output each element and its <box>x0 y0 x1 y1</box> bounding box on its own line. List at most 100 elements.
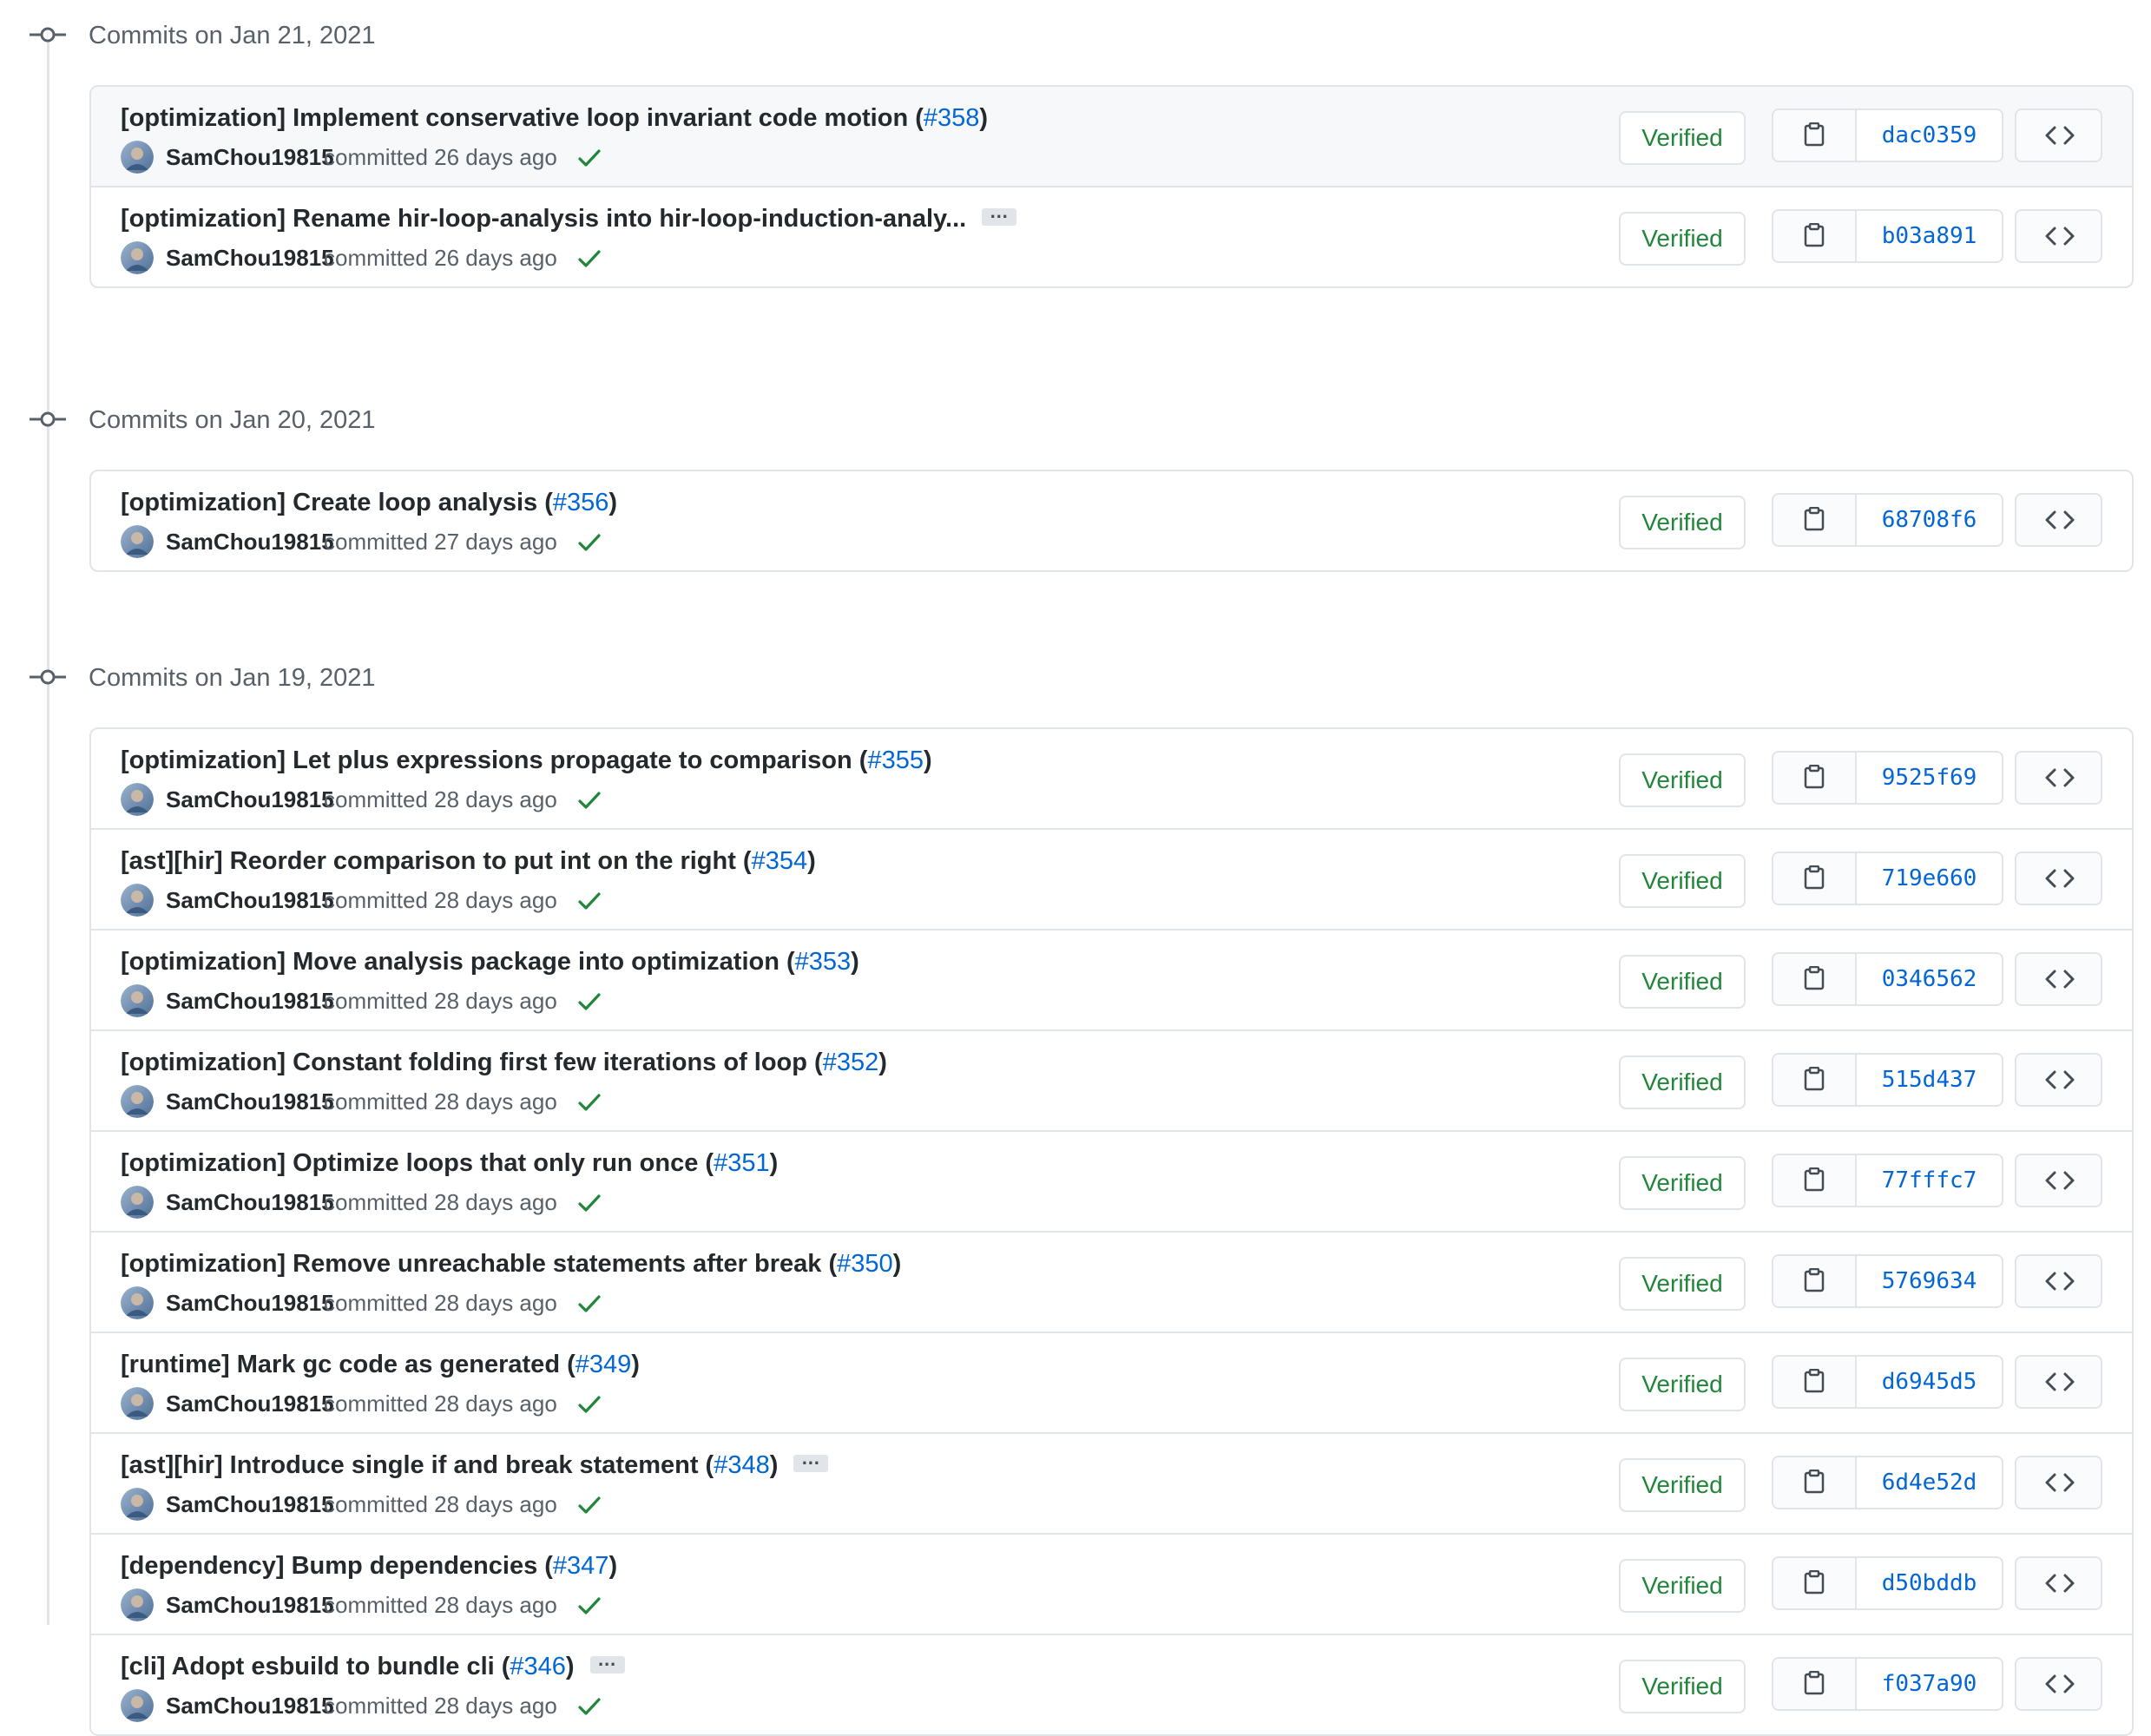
browse-repo-button[interactable] <box>2015 1053 2102 1107</box>
author-link[interactable]: SamChou19815 <box>166 1289 334 1317</box>
commit-sha-link[interactable]: d50bddb <box>1857 1558 2002 1608</box>
avatar[interactable] <box>121 1186 154 1219</box>
avatar[interactable] <box>121 1588 154 1621</box>
commit-sha-link[interactable]: 77fffc7 <box>1857 1155 2002 1206</box>
verified-badge[interactable]: Verified <box>1619 1257 1746 1311</box>
author-link[interactable]: SamChou19815 <box>166 143 334 171</box>
check-icon[interactable] <box>576 531 602 554</box>
commit-message-link[interactable]: [optimization] Create loop analysis <box>121 489 537 516</box>
commit-message-link[interactable]: [optimization] Implement conservative lo… <box>121 104 908 132</box>
copy-sha-button[interactable] <box>1773 853 1857 904</box>
check-icon[interactable] <box>576 1091 602 1114</box>
copy-sha-button[interactable] <box>1773 954 1857 1004</box>
avatar[interactable] <box>121 241 154 274</box>
author-link[interactable]: SamChou19815 <box>166 886 334 914</box>
verified-badge[interactable]: Verified <box>1619 1660 1746 1713</box>
check-icon[interactable] <box>576 1393 602 1416</box>
browse-repo-button[interactable] <box>2015 952 2102 1006</box>
copy-sha-button[interactable] <box>1773 1256 1857 1306</box>
check-icon[interactable] <box>576 1292 602 1315</box>
avatar[interactable] <box>121 783 154 816</box>
commit-message-link[interactable]: [optimization] Move analysis package int… <box>121 948 779 976</box>
author-link[interactable]: SamChou19815 <box>166 1088 334 1115</box>
check-icon[interactable] <box>576 990 602 1013</box>
browse-repo-button[interactable] <box>2015 1254 2102 1308</box>
avatar[interactable] <box>121 141 154 174</box>
author-link[interactable]: SamChou19815 <box>166 244 334 272</box>
pull-request-link[interactable]: #358 <box>924 104 980 132</box>
copy-sha-button[interactable] <box>1773 1055 1857 1105</box>
avatar[interactable] <box>121 1286 154 1319</box>
commit-message-link[interactable]: [dependency] Bump dependencies <box>121 1552 537 1580</box>
author-link[interactable]: SamChou19815 <box>166 1390 334 1417</box>
browse-repo-button[interactable] <box>2015 751 2102 805</box>
pull-request-link[interactable]: #347 <box>553 1552 609 1580</box>
check-icon[interactable] <box>576 890 602 912</box>
avatar[interactable] <box>121 525 154 558</box>
copy-sha-button[interactable] <box>1773 211 1857 261</box>
check-icon[interactable] <box>576 1192 602 1214</box>
commit-sha-link[interactable]: 719e660 <box>1857 853 2002 904</box>
verified-badge[interactable]: Verified <box>1619 496 1746 549</box>
verified-badge[interactable]: Verified <box>1619 1055 1746 1109</box>
author-link[interactable]: SamChou19815 <box>166 786 334 813</box>
verified-badge[interactable]: Verified <box>1619 1156 1746 1210</box>
commit-message-link[interactable]: [ast][hir] Reorder comparison to put int… <box>121 847 736 875</box>
commit-sha-link[interactable]: 68708f6 <box>1857 495 2002 545</box>
check-icon[interactable] <box>576 1494 602 1516</box>
pull-request-link[interactable]: #350 <box>837 1250 893 1278</box>
verified-badge[interactable]: Verified <box>1619 1358 1746 1411</box>
commit-message-link[interactable]: [optimization] Constant folding first fe… <box>121 1049 807 1076</box>
browse-repo-button[interactable] <box>2015 1456 2102 1509</box>
verified-badge[interactable]: Verified <box>1619 753 1746 807</box>
pull-request-link[interactable]: #354 <box>752 847 808 875</box>
commit-sha-link[interactable]: 6d4e52d <box>1857 1457 2002 1508</box>
author-link[interactable]: SamChou19815 <box>166 1591 334 1619</box>
browse-repo-button[interactable] <box>2015 209 2102 263</box>
author-link[interactable]: SamChou19815 <box>166 1188 334 1216</box>
commit-message-link[interactable]: [optimization] Rename hir-loop-analysis … <box>121 205 966 233</box>
copy-sha-button[interactable] <box>1773 1558 1857 1608</box>
avatar[interactable] <box>121 1689 154 1722</box>
copy-sha-button[interactable] <box>1773 110 1857 161</box>
copy-sha-button[interactable] <box>1773 753 1857 803</box>
verified-badge[interactable]: Verified <box>1619 212 1746 266</box>
pull-request-link[interactable]: #355 <box>867 746 924 774</box>
commit-message-link[interactable]: [runtime] Mark gc code as generated <box>121 1351 560 1378</box>
commit-sha-link[interactable]: 9525f69 <box>1857 753 2002 803</box>
pull-request-link[interactable]: #349 <box>576 1351 632 1378</box>
pull-request-link[interactable]: #351 <box>714 1149 770 1177</box>
check-icon[interactable] <box>576 1695 602 1718</box>
expand-message-button[interactable]: … <box>982 201 1017 227</box>
commit-message-link[interactable]: [optimization] Optimize loops that only … <box>121 1149 698 1177</box>
browse-repo-button[interactable] <box>2015 1154 2102 1207</box>
browse-repo-button[interactable] <box>2015 1556 2102 1610</box>
browse-repo-button[interactable] <box>2015 1355 2102 1409</box>
commit-sha-link[interactable]: d6945d5 <box>1857 1357 2002 1407</box>
commit-sha-link[interactable]: f037a90 <box>1857 1659 2002 1709</box>
pull-request-link[interactable]: #353 <box>795 948 852 976</box>
verified-badge[interactable]: Verified <box>1619 854 1746 908</box>
check-icon[interactable] <box>576 147 602 169</box>
commit-message-link[interactable]: [cli] Adopt esbuild to bundle cli <box>121 1653 495 1680</box>
copy-sha-button[interactable] <box>1773 1659 1857 1709</box>
commit-sha-link[interactable]: 515d437 <box>1857 1055 2002 1105</box>
verified-badge[interactable]: Verified <box>1619 955 1746 1009</box>
commit-message-link[interactable]: [ast][hir] Introduce single if and break… <box>121 1451 699 1479</box>
verified-badge[interactable]: Verified <box>1619 1559 1746 1613</box>
author-link[interactable]: SamChou19815 <box>166 1692 334 1720</box>
verified-badge[interactable]: Verified <box>1619 1458 1746 1512</box>
avatar[interactable] <box>121 884 154 917</box>
commit-sha-link[interactable]: b03a891 <box>1857 211 2002 261</box>
author-link[interactable]: SamChou19815 <box>166 987 334 1015</box>
copy-sha-button[interactable] <box>1773 1457 1857 1508</box>
commit-sha-link[interactable]: 0346562 <box>1857 954 2002 1004</box>
browse-repo-button[interactable] <box>2015 1657 2102 1711</box>
avatar[interactable] <box>121 1488 154 1521</box>
commit-message-link[interactable]: [optimization] Let plus expressions prop… <box>121 746 852 774</box>
expand-message-button[interactable]: … <box>793 1447 829 1473</box>
copy-sha-button[interactable] <box>1773 1155 1857 1206</box>
author-link[interactable]: SamChou19815 <box>166 1490 334 1518</box>
author-link[interactable]: SamChou19815 <box>166 528 334 556</box>
pull-request-link[interactable]: #348 <box>714 1451 770 1479</box>
